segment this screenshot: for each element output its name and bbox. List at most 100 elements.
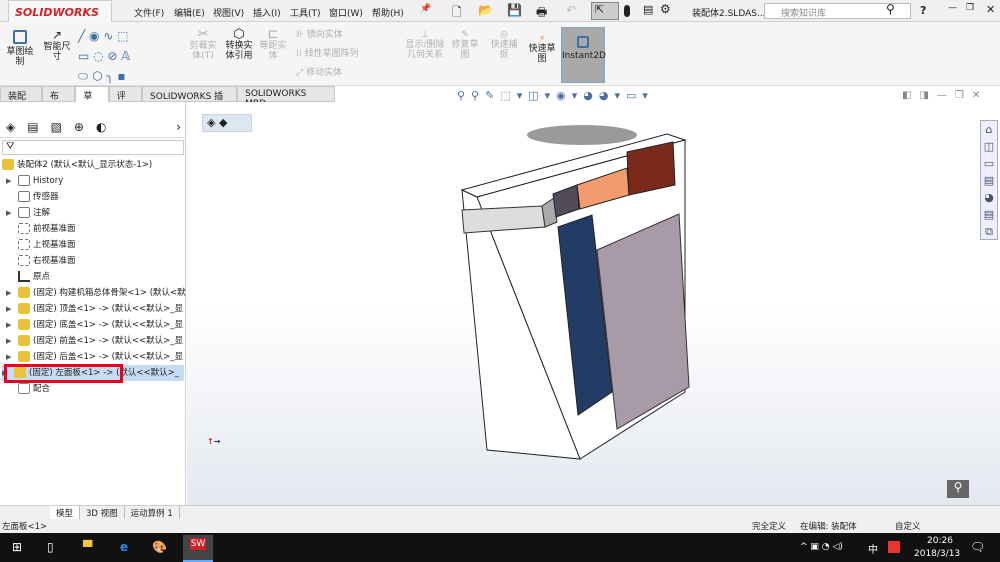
part-icon [18, 319, 30, 330]
move-entities-button[interactable]: ⤢ 移动实体 [296, 68, 342, 78]
origin-icon [18, 271, 30, 282]
status-defined: 完全定义 [752, 522, 787, 532]
paint-icon[interactable]: 🎨 [152, 540, 167, 554]
repair-icon: ✎ [461, 30, 469, 40]
status-custom[interactable]: 自定义 [895, 520, 921, 532]
menu-window[interactable]: 窗口(W) [329, 6, 363, 19]
quick-snap-button[interactable]: ◎ 快速捕捉 [490, 30, 518, 60]
open-file-icon[interactable]: 📂 [478, 3, 493, 17]
close-button[interactable]: ✕ [986, 3, 995, 16]
tree-item-top-cover[interactable]: ▶ (固定) 顶盖<1> -> (默认<<默认>_显 [6, 301, 183, 317]
tree-item-front-cover[interactable]: ▶ (固定) 前盖<1> -> (默认<<默认>_显 [6, 333, 183, 349]
tree-item-sensors[interactable]: 传感器 [6, 189, 59, 205]
command-tabs: 装配体 布局 草图 评估 SOLIDWORKS 插件 SOLIDWORKS MB… [0, 86, 335, 115]
menu-view[interactable]: 视图(V) [213, 6, 244, 19]
tree-item-back-cover[interactable]: ▶ (固定) 后盖<1> -> (默认<<默认>_显 [6, 349, 183, 365]
menu-insert[interactable]: 插入(I) [253, 6, 281, 19]
menu-help[interactable]: 帮助(H) [372, 6, 404, 19]
select-tool-button[interactable]: ⇱ [591, 2, 619, 20]
view-toolbar-icons[interactable]: ⚲⚲✎⬚▾◫▾◉▾◕◕▾▭▾ [457, 89, 654, 102]
tab-3d-view[interactable]: 3D 视图 [80, 506, 125, 519]
print-icon[interactable]: 🖶 [536, 3, 547, 24]
graphics-viewport[interactable]: ⚲⚲✎⬚▾◫▾◉▾◕◕▾▭▾ ◧◨—❐✕ ◈ ◆ ⌂ ◫ ▭ ▤ ◕ ▤ ⧉ ↑→ ⚲ [187, 89, 1000, 505]
tree-item-top-plane[interactable]: 上视基准面 [6, 237, 76, 253]
convert-icon: ⬡ [233, 27, 245, 42]
document-title: 装配体2.SLDAS... [692, 9, 766, 19]
trim-button[interactable]: ✂ 剪裁实体(T) [188, 27, 218, 61]
tab-evaluate[interactable]: 评估 [108, 86, 143, 115]
tree-item-mates[interactable]: 配合 [6, 381, 50, 397]
sketch-entities-tools[interactable]: ╱ ◉ ∿ ⬚ ▭ ◌ ⊘ 𝔸 ⬭ ⬡ ╮ ▪ [78, 26, 178, 86]
feature-manager-panel: ◈▤▧⊕◐ › ⛛ 装配体2 (默认<默认_显示状态-1>) ▶ History 传… [0, 102, 186, 505]
tab-assembly[interactable]: 装配体 [0, 86, 43, 115]
restore-button[interactable]: ❐ [966, 3, 974, 13]
rebuild-icon[interactable] [624, 5, 630, 17]
mirror-button[interactable]: ⊪ 镜向实体 [296, 30, 343, 40]
relations-button[interactable]: ⊥ 显示/删除几何关系 [403, 30, 447, 60]
tab-layout[interactable]: 布局 [42, 86, 76, 115]
search-icon[interactable]: ⚲ [886, 2, 895, 16]
rapid-sketch-button[interactable]: ⚡ 快速草图 [527, 34, 557, 64]
undo-icon[interactable]: ↶ [566, 3, 576, 17]
system-tray-icons[interactable]: ^ ▣ ◔ ◁) [800, 542, 843, 552]
command-manager-ribbon: 草图绘制 ↗ 智能尺寸 ╱ ◉ ∿ ⬚ ▭ ◌ ⊘ 𝔸 ⬭ ⬡ ╮ ▪ ✂ 剪裁实体(T… [0, 22, 1000, 86]
linear-pattern-button[interactable]: ⁞⁞ 线性草图阵列 [296, 49, 359, 59]
pin-icon[interactable]: 📌 [420, 4, 431, 14]
sensor-icon [18, 191, 30, 202]
tree-item-bottom-cover[interactable]: ▶ (固定) 底盖<1> -> (默认<<默认>_显 [6, 317, 183, 333]
assembly-3d-model[interactable] [187, 102, 1000, 505]
solidworks-logo[interactable]: SOLIDWORKS [8, 0, 112, 24]
menu-edit[interactable]: 编辑(E) [174, 6, 205, 19]
trim-icon: ✂ [197, 27, 209, 42]
filter-input[interactable]: ⛛ [2, 140, 184, 155]
panel-tabs[interactable]: ◈▤▧⊕◐ › [0, 118, 186, 138]
minimize-button[interactable]: — [948, 3, 957, 13]
tree-item-annotations[interactable]: ▶ 注解 [6, 205, 50, 221]
filter-icon: ⛛ [6, 141, 15, 152]
repair-sketch-button[interactable]: ✎ 修复草图 [450, 30, 480, 60]
viewport-window-controls[interactable]: ◧◨—❐✕ [902, 90, 988, 101]
windows-taskbar: ⊞ ▯ ▀ e 🎨 SW ^ ▣ ◔ ◁) 中 20:26 2018/3/13 … [0, 533, 1000, 562]
assembly-icon [2, 159, 14, 170]
offset-button[interactable]: ⊏ 等距实体 [258, 28, 288, 61]
file-properties-icon[interactable]: ▤ [643, 3, 653, 16]
save-icon[interactable]: 💾 [507, 3, 522, 17]
clock-date[interactable]: 2018/3/13 [914, 549, 960, 559]
tab-addins[interactable]: SOLIDWORKS 插件 [142, 86, 238, 115]
start-button[interactable]: ⊞ [12, 540, 22, 554]
notification-icon[interactable]: 🗨 [970, 540, 985, 554]
help-button[interactable]: ? [920, 4, 926, 17]
plane-icon [18, 255, 30, 266]
sketch-button[interactable]: 草图绘制 [3, 30, 37, 67]
tree-item-front-plane[interactable]: 前视基准面 [6, 221, 76, 237]
tab-mbd[interactable]: SOLIDWORKS MBD [237, 86, 335, 109]
smart-dimension-button[interactable]: ↗ 智能尺寸 [40, 29, 74, 62]
options-gear-icon[interactable]: ⚙ [660, 2, 671, 16]
plane-icon [18, 239, 30, 250]
menu-file[interactable]: 文件(F) [134, 6, 164, 19]
new-file-icon[interactable]: 🗋 [452, 3, 462, 24]
status-editing: 在编辑: 装配体 [800, 522, 857, 532]
solidworks-taskbar-icon[interactable]: SW [183, 535, 213, 562]
convert-entities-button[interactable]: ⬡ 转换实体引用 [222, 27, 256, 61]
annotation-icon [18, 207, 30, 218]
tree-root-assembly[interactable]: 装配体2 (默认<默认_显示状态-1>) [2, 157, 152, 173]
part-icon [18, 351, 30, 362]
tree-item-origin[interactable]: 原点 [6, 269, 50, 285]
tree-item-history[interactable]: ▶ History [6, 173, 63, 189]
tab-model[interactable]: 模型 [50, 506, 81, 519]
tab-sketch[interactable]: 草图 [75, 86, 109, 115]
sketch-icon [13, 30, 27, 44]
sogou-icon[interactable] [888, 541, 900, 553]
tree-item-skeleton[interactable]: ▶ (固定) 构建机箱总体骨架<1> (默认<默 [6, 285, 186, 301]
zoom-search-icon[interactable]: ⚲ [947, 480, 969, 498]
ime-indicator[interactable]: 中 [868, 541, 878, 556]
task-view-icon[interactable]: ▯ [47, 540, 54, 554]
edge-icon[interactable]: e [120, 540, 128, 554]
clock-time[interactable]: 20:26 [927, 536, 953, 546]
tree-item-right-plane[interactable]: 右视基准面 [6, 253, 76, 269]
file-explorer-icon[interactable]: ▀ [83, 540, 92, 554]
instant2d-button[interactable]: Instant2D [561, 27, 606, 83]
tab-motion-study[interactable]: 运动算例 1 [125, 506, 180, 519]
menu-tools[interactable]: 工具(T) [290, 6, 321, 19]
